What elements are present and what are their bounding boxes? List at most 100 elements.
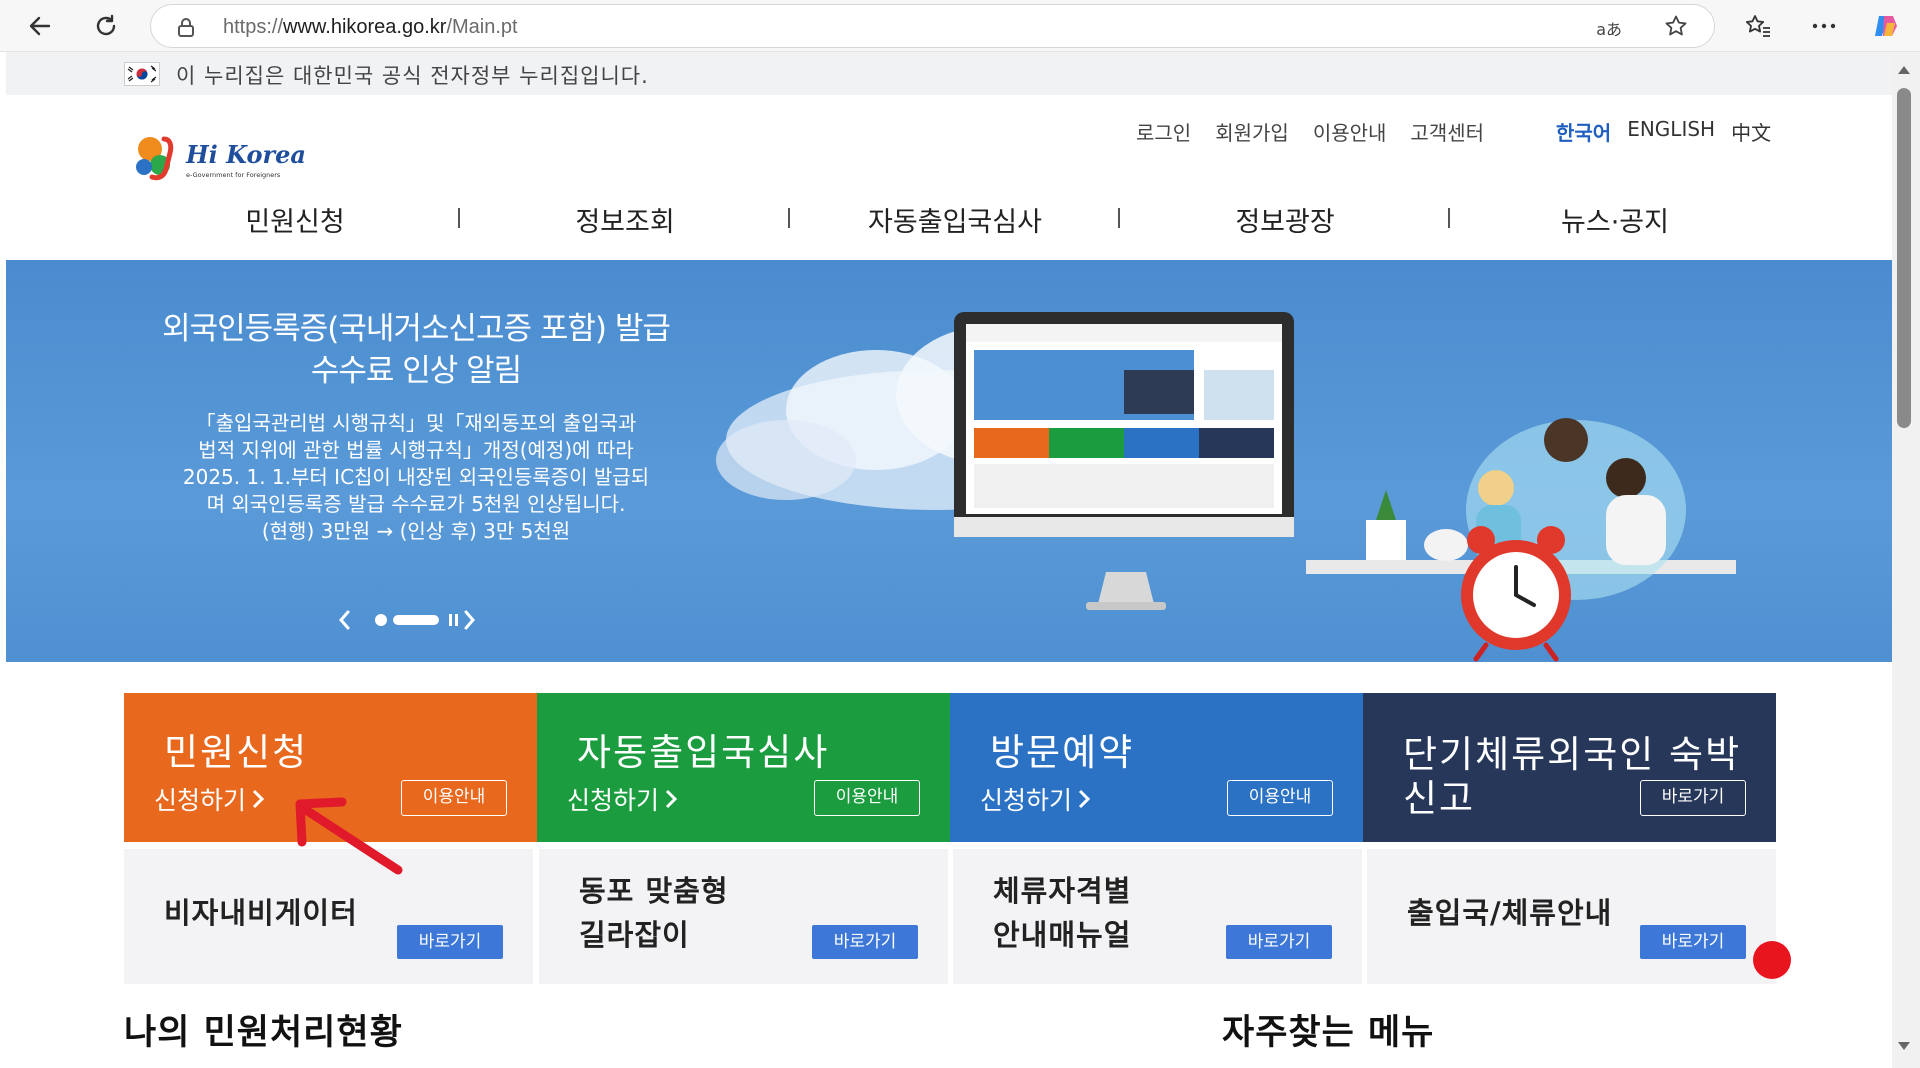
cursor-marker-dot <box>1753 941 1791 979</box>
card-title: 출입국/체류안내 <box>1407 896 1613 930</box>
people-with-clock-illustration <box>1306 418 1736 662</box>
tile-auto-immigration[interactable]: 자동출입국심사 신청하기 이용안내 <box>537 693 950 842</box>
hero-title-line: 외국인등록증(국내거소신고증 포함) 발급 <box>162 311 671 347</box>
card-title-line: 길라잡이 <box>579 918 690 952</box>
nav-label: 정보광장 <box>1235 207 1335 238</box>
language-nav: 한국어 ENGLISH 中文 <box>1556 117 1771 146</box>
copilot-button[interactable] <box>1868 8 1904 44</box>
hero-title-line: 수수료 인상 알림 <box>310 353 522 389</box>
nav-label: 정보조회 <box>575 207 675 238</box>
hikorea-logo[interactable]: Hi Korea e-Government for Foreigners <box>134 125 314 189</box>
address-bar[interactable]: https://www.hikorea.go.kr/Main.pt aあ <box>150 4 1715 48</box>
slide-dot-active[interactable] <box>393 615 439 625</box>
monitor-stand-illustration <box>1086 572 1166 610</box>
chevron-right-icon <box>665 789 678 809</box>
gov-notice-banner: 이 누리집은 대한민국 공식 전자정부 누리집입니다. <box>6 52 1892 95</box>
tile-visit-reservation[interactable]: 방문예약 신청하기 이용안내 <box>950 693 1363 842</box>
copilot-icon <box>1875 16 1897 36</box>
more-menu-button[interactable] <box>1806 8 1842 44</box>
card-status-manual[interactable]: 체류자격별 안내매뉴얼 바로가기 <box>953 849 1362 984</box>
usage-guide-button[interactable]: 이용안내 <box>401 780 507 816</box>
go-button[interactable]: 바로가기 <box>1640 925 1746 959</box>
apply-link-label: 신청하기 <box>980 786 1073 815</box>
nav-civil-petition[interactable]: 민원신청 <box>130 200 460 239</box>
nav-news-notice[interactable]: 뉴스·공지 <box>1450 200 1780 239</box>
signup-link[interactable]: 회원가입 <box>1215 117 1289 146</box>
lock-icon <box>177 17 195 41</box>
back-arrow-icon <box>29 16 51 36</box>
hero-desc-line: (현행) 3만원 → (인상 후) 3만 5천원 <box>261 519 571 543</box>
refresh-button[interactable] <box>88 8 124 44</box>
card-title-line: 동포 맞춤형 <box>579 874 729 908</box>
read-aloud-icon[interactable]: aあ <box>1596 16 1622 40</box>
favorites-list-icon <box>1745 15 1770 37</box>
tile-title: 자동출입국심사 <box>577 731 830 774</box>
tile-title-line: 단기체류외국인 숙박 <box>1403 733 1742 776</box>
url-text[interactable]: https://www.hikorea.go.kr/Main.pt <box>223 16 518 39</box>
card-title: 비자내비게이터 <box>164 896 358 930</box>
refresh-icon <box>96 14 116 36</box>
hero-title: 외국인등록증(국내거소신고증 포함) 발급 수수료 인상 알림 <box>86 308 746 392</box>
lang-chinese[interactable]: 中文 <box>1731 117 1771 146</box>
annotation-arrow-icon <box>295 797 403 875</box>
my-petition-status-heading: 나의 민원처리현황 <box>124 1013 403 1053</box>
card-title: 체류자격별 안내매뉴얼 <box>993 869 1131 957</box>
hero-desc-line: 2025. 1. 1.부터 IC칩이 내장된 외국인등록증이 발급되 <box>182 465 650 489</box>
nav-label: 자동출입국심사 <box>868 207 1042 238</box>
monitor-illustration <box>954 312 1294 537</box>
back-button[interactable] <box>22 8 58 44</box>
card-compatriot-guide[interactable]: 동포 맞춤형 길라잡이 바로가기 <box>539 849 948 984</box>
gov-notice-text: 이 누리집은 대한민국 공식 전자정부 누리집입니다. <box>176 64 649 88</box>
hero-banner[interactable]: 외국인등록증(국내거소신고증 포함) 발급 수수료 인상 알림 「출입국관리법 … <box>6 260 1892 662</box>
go-button[interactable]: 바로가기 <box>1226 925 1332 959</box>
login-link[interactable]: 로그인 <box>1136 117 1191 146</box>
chevron-right-icon <box>1078 789 1091 809</box>
logo-wordmark: Hi Korea <box>185 140 306 169</box>
guide-link[interactable]: 이용안내 <box>1313 117 1387 146</box>
prev-slide-icon[interactable] <box>339 610 350 630</box>
pause-icon[interactable] <box>449 614 452 626</box>
site-header: Hi Korea e-Government for Foreigners 로그인… <box>6 95 1892 260</box>
card-title-line: 안내매뉴얼 <box>993 918 1132 952</box>
nav-info-plaza[interactable]: 정보광장 <box>1120 200 1450 239</box>
lang-english[interactable]: ENGLISH <box>1627 117 1715 146</box>
tile-title: 민원신청 <box>164 731 309 774</box>
favorite-star-icon[interactable] <box>1664 14 1688 42</box>
main-nav: 민원신청 정보조회 자동출입국심사 정보광장 뉴스·공지 <box>130 200 1780 239</box>
tile-short-stay-lodging-report[interactable]: 단기체류외국인 숙박 신고 바로가기 <box>1363 693 1776 842</box>
ellipsis-icon <box>1812 23 1836 29</box>
favorites-button[interactable] <box>1740 8 1776 44</box>
utility-nav: 로그인 회원가입 이용안내 고객센터 <box>1136 117 1484 146</box>
lang-korean[interactable]: 한국어 <box>1556 117 1611 146</box>
usage-guide-button[interactable]: 이용안내 <box>1227 780 1333 816</box>
next-slide-icon[interactable] <box>464 610 475 630</box>
slide-dot[interactable] <box>375 614 387 626</box>
apply-link[interactable]: 신청하기 <box>567 781 678 817</box>
usage-guide-button[interactable]: 이용안내 <box>814 780 920 816</box>
scroll-down-icon[interactable] <box>1897 1040 1911 1052</box>
go-button[interactable]: 바로가기 <box>397 925 503 959</box>
hero-desc-line: 「출입국관리법 시행규칙」및「재외동포의 출입국과 <box>195 411 637 435</box>
go-button[interactable]: 바로가기 <box>1640 780 1746 816</box>
nav-info-inquiry[interactable]: 정보조회 <box>460 200 790 239</box>
frequent-menu-heading: 자주찾는 메뉴 <box>1222 1013 1435 1053</box>
hero-description: 「출입국관리법 시행규칙」및「재외동포의 출입국과 법적 지위에 관한 법률 시… <box>146 410 686 545</box>
chevron-right-icon <box>252 789 265 809</box>
scroll-thumb[interactable] <box>1897 88 1911 428</box>
slider-controls <box>331 608 491 632</box>
apply-link[interactable]: 신청하기 <box>980 781 1091 817</box>
apply-link-label: 신청하기 <box>567 786 660 815</box>
nav-label: 민원신청 <box>245 207 345 238</box>
apply-link-label: 신청하기 <box>154 786 247 815</box>
card-immigration-guide[interactable]: 출입국/체류안내 바로가기 <box>1367 849 1776 984</box>
hero-desc-line: 법적 지위에 관한 법률 시행규칙」개정(예정)에 따라 <box>198 438 634 462</box>
scroll-up-icon[interactable] <box>1897 64 1911 76</box>
page-scrollbar[interactable] <box>1892 52 1920 1068</box>
card-title-line: 체류자격별 <box>993 874 1132 908</box>
customer-center-link[interactable]: 고객센터 <box>1410 117 1484 146</box>
logo-subtext: e-Government for Foreigners <box>186 171 281 179</box>
apply-link[interactable]: 신청하기 <box>154 781 265 817</box>
nav-auto-immigration[interactable]: 자동출입국심사 <box>790 200 1120 239</box>
go-button[interactable]: 바로가기 <box>812 925 918 959</box>
browser-toolbar: https://www.hikorea.go.kr/Main.pt aあ <box>0 0 1920 52</box>
